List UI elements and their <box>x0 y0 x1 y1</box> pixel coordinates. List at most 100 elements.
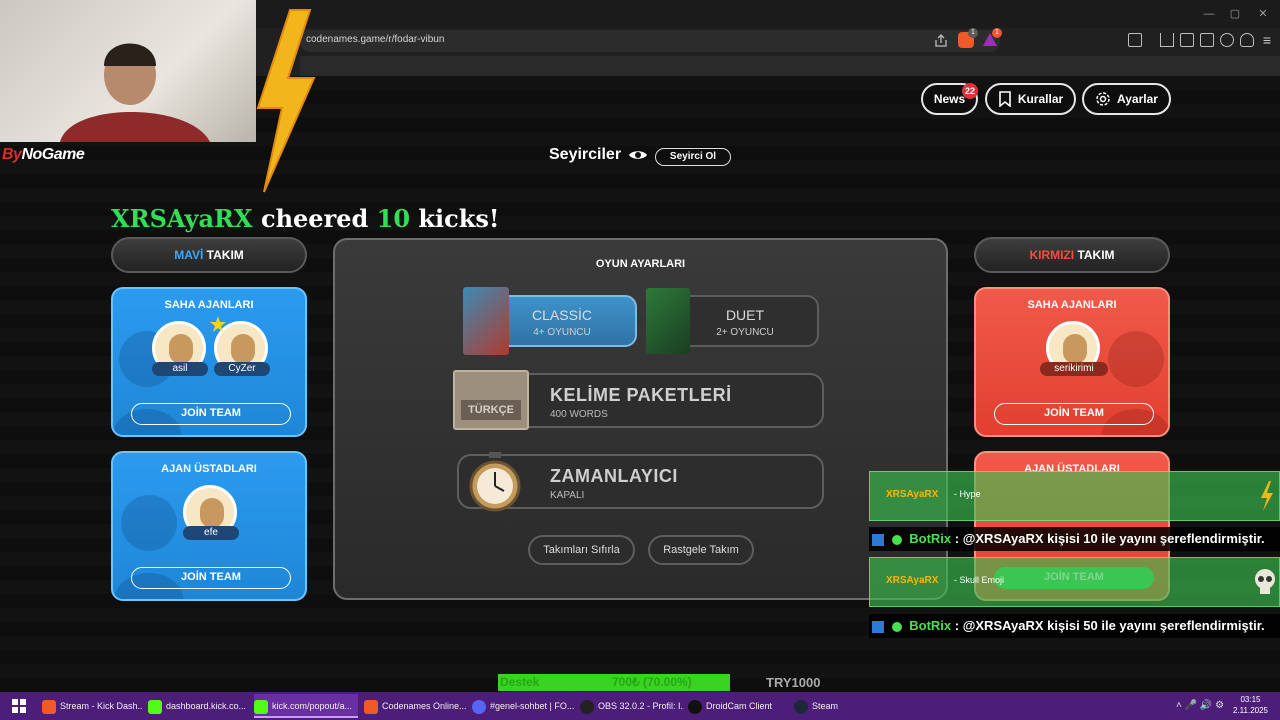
rules-button[interactable]: Kurallar <box>985 83 1076 115</box>
red-team-title: TAKIM <box>1077 248 1115 262</box>
taskbar-item[interactable]: OBS 32.0.2 - Profil: I... <box>580 694 684 718</box>
word-pack-box: TÜRKÇE <box>453 370 529 430</box>
blue-spymasters-card: AJAN ÜSTADLARI efe JOİN TEAM <box>111 451 307 601</box>
alert-box: XRSAyaRX - Hype <box>869 471 1280 521</box>
lightning-icon <box>1261 481 1273 511</box>
duet-box-icon <box>646 288 690 354</box>
gear-icon <box>1096 92 1110 106</box>
random-teams-button[interactable]: Rastgele Takım <box>648 535 754 565</box>
cheer-text-2: kicks! <box>418 204 500 233</box>
word-pack-label: TÜRKÇE <box>461 400 521 420</box>
support-progress-text: 700₺ (70.00%) <box>612 675 692 689</box>
menu-icon[interactable]: ≡ <box>1258 32 1276 48</box>
share-icon[interactable] <box>934 34 948 48</box>
player-name: serikirimi <box>1040 362 1108 376</box>
taskbar-item[interactable]: dashboard.kick.co... <box>148 694 248 718</box>
player-name: asil <box>152 362 208 376</box>
blue-spymasters-title: AJAN ÜSTADLARI <box>161 463 257 475</box>
clock[interactable]: 03:15 2.11.2025 <box>1233 694 1268 716</box>
settings-label: Ayarlar <box>1117 92 1158 106</box>
minimize-icon[interactable]: — <box>1200 6 1218 22</box>
spectators-label: Seyirciler <box>549 146 622 163</box>
reset-teams-button[interactable]: Takımları Sıfırla <box>528 535 635 565</box>
red-operatives-card: SAHA AJANLARI serikirimi JOİN TEAM <box>974 287 1170 437</box>
timer-title: ZAMANLAYICI <box>550 466 678 486</box>
streamer-cam-icon <box>60 43 210 142</box>
player-name: CyZer <box>214 362 270 376</box>
verified-icon <box>891 621 902 632</box>
chat-user: BotRix <box>909 531 952 546</box>
alert-user: XRSAyaRX <box>886 489 939 500</box>
star-icon <box>210 316 226 332</box>
blue-team-title: TAKIM <box>206 248 244 262</box>
cheer-count: 10 <box>376 204 411 233</box>
settings-button[interactable]: Ayarlar <box>1082 83 1171 115</box>
settings-title: OYUN AYARLARI <box>595 258 686 270</box>
support-target: TRY1000 <box>766 675 821 690</box>
word-packs-title: KELİME PAKETLERİ <box>550 385 732 405</box>
leo-ai-icon[interactable] <box>1220 33 1234 47</box>
taskbar-item[interactable]: Steam <box>794 694 854 718</box>
news-badge: 22 <box>962 83 978 99</box>
rules-label: Kurallar <box>1017 92 1064 106</box>
taskbar-item[interactable]: #genel-sohbet | FO... <box>472 694 576 718</box>
vpn-icon[interactable] <box>1240 33 1254 47</box>
news-label: News <box>933 92 966 106</box>
brave-icon <box>364 699 378 714</box>
blue-operatives-title: SAHA AJANLARI <box>164 299 254 311</box>
chat-user: BotRix <box>909 618 952 633</box>
support-label: Destek <box>500 675 540 689</box>
maximize-icon[interactable]: ▢ <box>1226 6 1244 22</box>
close-icon[interactable]: ✕ <box>1254 6 1272 22</box>
bookmarks-bar <box>300 56 1280 76</box>
become-spectator-button[interactable]: Seyirci Ol <box>655 148 731 166</box>
skull-icon <box>1255 569 1275 594</box>
mod-badge-icon <box>872 533 884 546</box>
windows-start-icon[interactable] <box>4 694 34 718</box>
chat-message: : @XRSAyaRX kişisi 50 ile yayını şerefle… <box>954 618 1265 633</box>
word-packs-sub: 400 WORDS <box>550 409 608 420</box>
discord-icon <box>472 699 486 714</box>
alert-message: - Hype <box>954 489 981 499</box>
clock-date: 2.11.2025 <box>1233 706 1268 715</box>
join-team-button[interactable]: JOİN TEAM <box>131 403 291 425</box>
brave-rewards-icon[interactable]: 1 <box>982 28 1002 48</box>
cheer-text: cheered <box>260 204 369 233</box>
eye-icon <box>629 151 647 159</box>
download-icon[interactable] <box>1160 33 1174 47</box>
blue-operatives-card: SAHA AJANLARI asil CyZer JOİN TEAM <box>111 287 307 437</box>
lightning-bolt-icon <box>256 9 316 193</box>
cheer-user: XRSAyaRX <box>111 204 253 233</box>
verified-icon <box>891 534 902 545</box>
chat-message: : @XRSAyaRX kişisi 10 ile yayını şerefle… <box>954 531 1265 546</box>
taskbar-item[interactable]: Stream - Kick Dash... <box>42 694 142 718</box>
chat-line: BotRix : @XRSAyaRX kişisi 10 ile yayını … <box>869 527 1280 551</box>
taskbar-item[interactable]: Codenames Online... <box>364 694 468 718</box>
droidcam-icon <box>688 699 702 714</box>
alert-user: XRSAyaRX <box>886 575 939 586</box>
webcam-overlay <box>0 0 256 142</box>
alert-message: - Skull Emoji <box>954 575 1005 585</box>
news-button[interactable]: News 22 <box>921 83 978 115</box>
mod-badge-icon <box>872 620 884 633</box>
taskbar-item[interactable]: DroidCam Client <box>688 694 788 718</box>
timer-sub: KAPALI <box>550 490 585 501</box>
kick-icon <box>148 699 162 714</box>
cheer-banner: XRSAyaRX cheered 10 kicks! <box>111 204 499 233</box>
red-team-accent: KIRMIZI <box>1029 248 1075 262</box>
taskbar-item[interactable]: kick.com/popout/a... <box>254 694 358 718</box>
reader-icon[interactable] <box>1128 33 1142 47</box>
red-operatives-title: SAHA AJANLARI <box>1027 299 1117 311</box>
join-team-button[interactable]: JOİN TEAM <box>994 403 1154 425</box>
obs-icon <box>580 699 594 714</box>
brand-logo: ByNoGame <box>2 146 85 164</box>
stopwatch-icon <box>469 452 521 512</box>
url-text[interactable]: codenames.game/r/fodar-vibun <box>306 34 444 45</box>
join-team-button[interactable]: JOİN TEAM <box>131 567 291 589</box>
brave-shield-icon[interactable]: 1 <box>958 28 978 48</box>
brand-name: NoGame <box>21 146 85 163</box>
wallet-icon[interactable] <box>1200 33 1214 47</box>
blue-team-header: MAVİ TAKIM <box>111 237 307 273</box>
sidebar-icon[interactable] <box>1180 33 1194 47</box>
chat-line: BotRix : @XRSAyaRX kişisi 50 ile yayını … <box>869 614 1280 638</box>
